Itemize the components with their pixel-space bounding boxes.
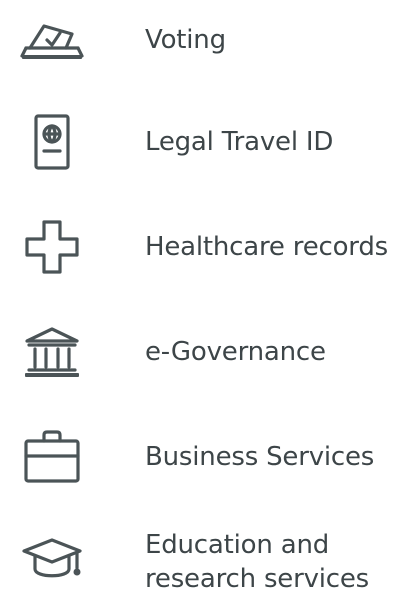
ballot-box-icon bbox=[16, 0, 88, 80]
service-item-healthcare-records[interactable]: Healthcare records bbox=[0, 207, 408, 287]
service-item-education-research[interactable]: Education and research services bbox=[0, 522, 408, 602]
government-building-icon bbox=[16, 312, 88, 392]
passport-icon bbox=[16, 102, 88, 182]
service-label: Healthcare records bbox=[145, 232, 388, 262]
service-label: e-Governance bbox=[145, 337, 326, 367]
service-item-e-governance[interactable]: e-Governance bbox=[0, 312, 408, 392]
service-item-voting[interactable]: Voting bbox=[0, 0, 408, 80]
service-item-legal-travel-id[interactable]: Legal Travel ID bbox=[0, 102, 408, 182]
service-label: Voting bbox=[145, 25, 226, 55]
service-label: Education and research services bbox=[145, 530, 370, 594]
medical-cross-icon bbox=[16, 207, 88, 287]
service-list: Voting Legal Travel ID Healthcare record… bbox=[0, 0, 408, 594]
service-label: Business Services bbox=[145, 442, 375, 472]
service-item-business-services[interactable]: Business Services bbox=[0, 417, 408, 497]
service-label: Legal Travel ID bbox=[145, 127, 334, 157]
graduation-cap-icon bbox=[16, 522, 88, 602]
briefcase-icon bbox=[16, 417, 88, 497]
